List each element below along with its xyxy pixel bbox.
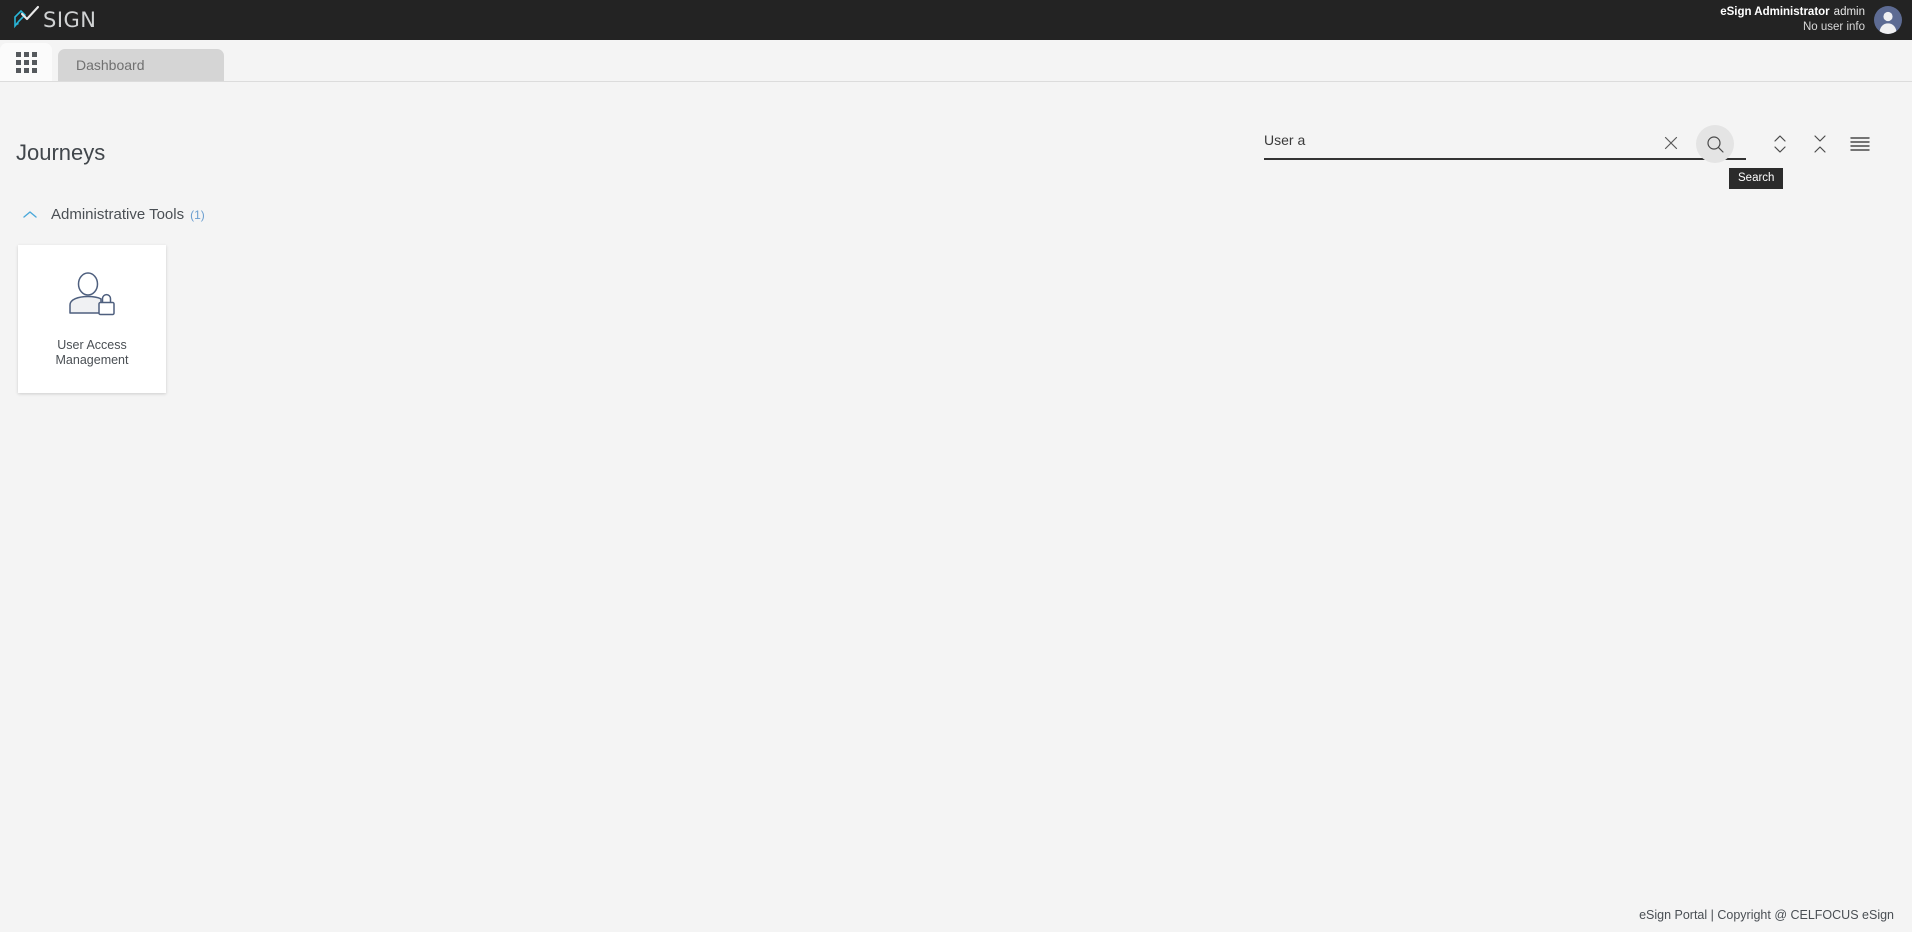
journey-card-user-access-management[interactable]: User Access Management — [18, 245, 166, 393]
search-icon — [1706, 135, 1724, 153]
page-title: Journeys — [16, 140, 106, 165]
user-name: eSign Administrator — [1720, 6, 1830, 19]
clear-search-button[interactable] — [1654, 126, 1688, 160]
app-logo[interactable]: SIGN — [0, 0, 97, 40]
menu-button[interactable] — [1840, 128, 1880, 160]
tab-strip: Dashboard — [0, 40, 1912, 82]
section-title: Administrative Tools — [51, 206, 185, 223]
journey-card-label: User Access Management — [55, 337, 129, 367]
apps-grid-button[interactable] — [0, 43, 52, 81]
expand-all-button[interactable] — [1760, 128, 1800, 160]
search-tooltip: Search — [1729, 168, 1784, 189]
user-avatar-icon — [1879, 11, 1897, 34]
pen-check-logo-icon — [10, 5, 44, 36]
avatar[interactable] — [1874, 6, 1902, 34]
chevron-up-icon[interactable] — [22, 209, 38, 221]
journey-card-grid: User Access Management — [18, 245, 166, 393]
user-login: admin — [1833, 6, 1865, 19]
collapse-chevrons-icon — [1814, 135, 1826, 153]
section-header-administrative-tools[interactable]: Administrative Tools (1) — [22, 206, 205, 223]
search-input[interactable] — [1264, 132, 1644, 154]
toolbar-actions — [1760, 128, 1880, 160]
top-header-bar: SIGN eSign Administrator admin No user in… — [0, 0, 1912, 40]
user-identity: eSign Administrator admin No user info — [1720, 5, 1865, 35]
apps-grid-icon — [15, 51, 37, 73]
app-logo-text: SIGN — [43, 7, 97, 32]
user-info-text: No user info — [1802, 21, 1865, 33]
search-field — [1264, 125, 1746, 163]
hamburger-menu-icon — [1850, 137, 1870, 151]
user-account-area[interactable]: eSign Administrator admin No user info — [1720, 0, 1912, 40]
footer-copyright: eSign Portal | Copyright @ CELFOCUS eSig… — [1639, 908, 1894, 922]
journeys-toolbar — [1264, 125, 1896, 163]
close-icon — [1664, 136, 1678, 150]
user-lock-icon — [66, 271, 118, 324]
collapse-all-button[interactable] — [1800, 128, 1840, 160]
search-button[interactable] — [1696, 125, 1734, 163]
tab-dashboard[interactable]: Dashboard — [58, 49, 224, 81]
tab-dashboard-label: Dashboard — [76, 57, 145, 73]
expand-chevrons-icon — [1774, 135, 1786, 153]
section-count: (1) — [190, 207, 205, 222]
